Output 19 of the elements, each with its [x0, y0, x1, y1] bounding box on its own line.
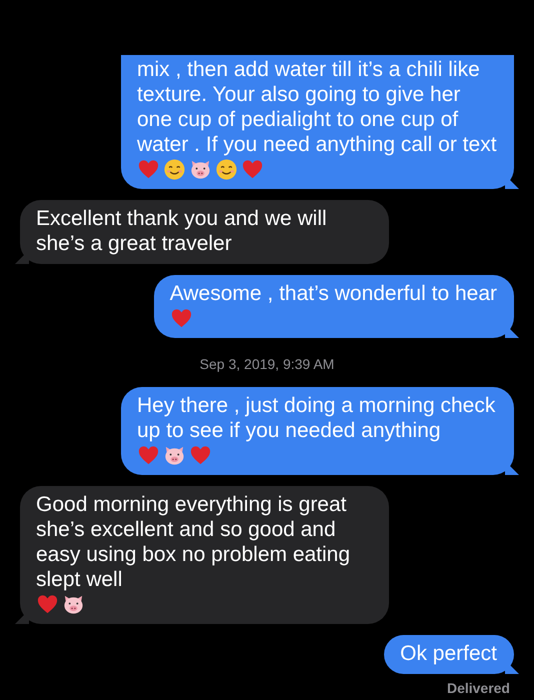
- heart-icon: [137, 444, 160, 467]
- message-text: mix , then add water till it’s a chili like texture. Your also going to give her one cup of pedialight to one cup of water . If you need anything call or text: [137, 57, 497, 157]
- delivery-status: Delivered: [446, 680, 510, 696]
- pig-icon: [163, 444, 186, 467]
- heart-icon: [189, 444, 212, 467]
- heart-icon: [241, 158, 264, 181]
- message-text: Hey there , just doing a morning check up to see if you needed anything: [137, 393, 496, 443]
- heart-icon: [170, 307, 193, 330]
- smiley-icon: [163, 158, 186, 181]
- smiley-icon: [215, 158, 238, 181]
- message-text: Excellent thank you and we will she’s a great traveler: [36, 206, 328, 256]
- pig-icon: [62, 593, 85, 616]
- heart-icon: [36, 593, 59, 616]
- message-text: Good morning everything is great she’s excellent and so good and easy using box no problem eating slept well: [36, 492, 352, 592]
- timestamp: Sep 3, 2019, 9:39 AM: [198, 356, 336, 372]
- heart-icon: [137, 158, 160, 181]
- message-text: Awesome , that’s wonderful to hear: [170, 281, 497, 306]
- pig-icon: [189, 158, 212, 181]
- message-text: Ok perfect: [400, 641, 497, 666]
